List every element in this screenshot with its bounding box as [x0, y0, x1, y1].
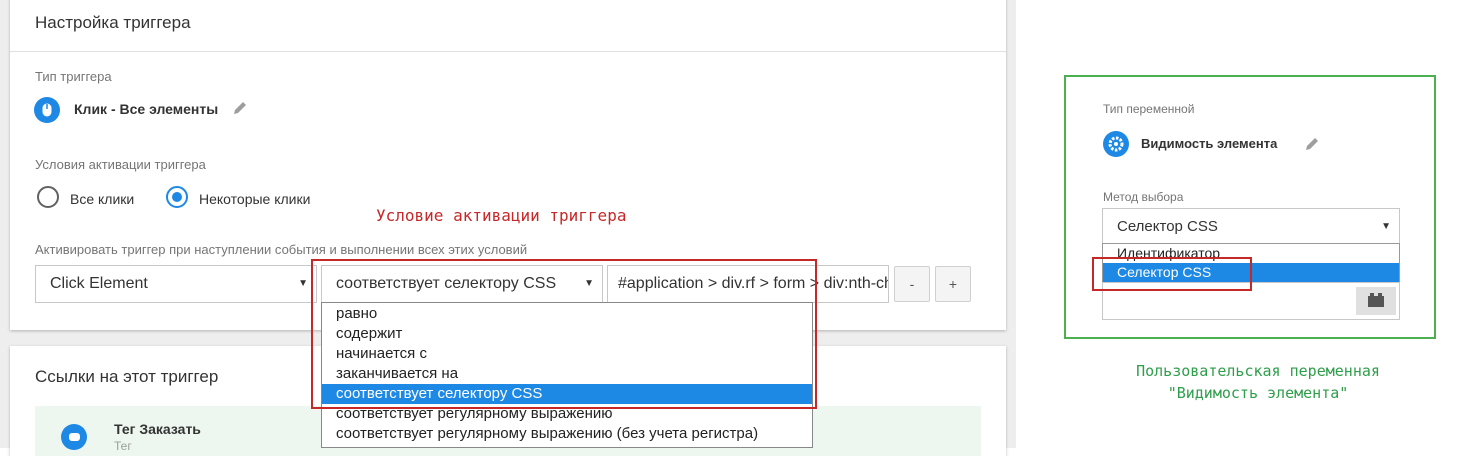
annotation-red-frame — [311, 259, 817, 409]
tag-subtitle: Тег — [114, 439, 132, 453]
gear-icon — [1103, 131, 1129, 157]
annotation-custom-variable: Пользовательская переменная "Видимость э… — [1090, 360, 1426, 404]
dropdown-arrow-icon: ▼ — [1381, 221, 1391, 232]
add-condition-button[interactable]: + — [935, 266, 971, 302]
mouse-icon — [34, 97, 60, 123]
dropdown-arrow-icon: ▼ — [298, 278, 308, 289]
variable-select-value: Click Element — [50, 275, 148, 292]
variable-panel-frame: Тип переменной Видимость элемента Метод … — [1064, 75, 1436, 339]
activation-label: Условия активации триггера — [35, 157, 206, 172]
remove-condition-button[interactable]: - — [894, 266, 930, 302]
annotation-red-frame-variable — [1092, 257, 1252, 291]
card-title: Настройка триггера — [35, 13, 191, 32]
variable-type-value[interactable]: Видимость элемента — [1141, 136, 1277, 151]
edit-pencil-icon[interactable] — [233, 101, 247, 120]
tag-name: Тег Заказать — [114, 421, 201, 437]
method-label: Метод выбора — [1103, 190, 1184, 204]
trigger-type-value[interactable]: Клик - Все элементы — [74, 101, 218, 117]
condition-label: Активировать триггер при наступлении соб… — [35, 242, 528, 257]
radio-some-clicks-label: Некоторые клики — [199, 191, 311, 207]
variable-select[interactable]: Click Element ▼ — [35, 265, 317, 303]
annotation-line-1: Пользовательская переменная — [1136, 362, 1380, 380]
operator-option[interactable]: соответствует регулярному выражению (без… — [322, 424, 812, 444]
radio-all-clicks-label: Все клики — [70, 191, 135, 207]
radio-all-clicks[interactable] — [37, 186, 59, 208]
variable-picker-button[interactable] — [1356, 287, 1396, 315]
annotation-trigger-condition: Условие активации триггера — [376, 206, 627, 225]
references-title: Ссылки на этот триггер — [35, 367, 219, 386]
annotation-line-2: "Видимость элемента" — [1167, 384, 1349, 402]
edit-pencil-icon[interactable] — [1305, 137, 1319, 156]
variable-type-label: Тип переменной — [1103, 102, 1195, 116]
trigger-type-label: Тип триггера — [35, 69, 112, 84]
method-select-value: Селектор CSS — [1117, 217, 1218, 235]
tag-icon — [61, 424, 87, 450]
method-select[interactable]: Селектор CSS ▼ — [1102, 208, 1400, 244]
radio-some-clicks[interactable] — [166, 186, 188, 208]
